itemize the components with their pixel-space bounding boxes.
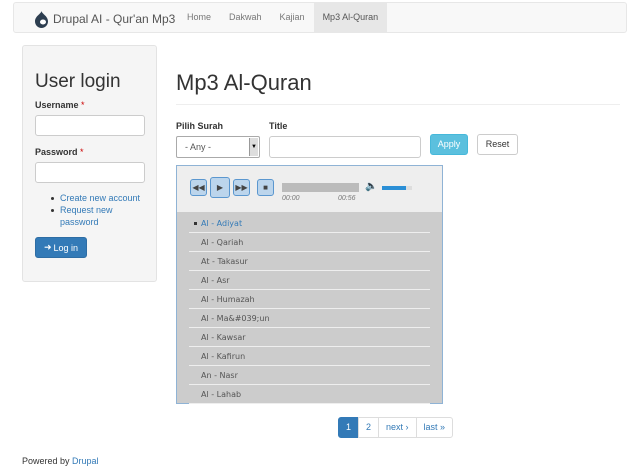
playlist-item[interactable]: Al - Humazah (189, 290, 430, 309)
login-links: Create new account Request new password (51, 192, 151, 228)
drupal-link[interactable]: Drupal (72, 456, 99, 466)
next-icon[interactable]: ▶▶ (233, 179, 250, 196)
last-page-link[interactable]: last » (415, 417, 454, 438)
page-1-link[interactable]: 1 (338, 417, 360, 438)
title-input[interactable] (269, 136, 421, 158)
playlist-item[interactable]: Al - Lahab (189, 385, 430, 404)
title-filter-label: Title (269, 121, 288, 131)
volume-icon[interactable]: 🔈 (365, 181, 377, 192)
seek-bar[interactable] (282, 183, 359, 192)
nav-kajian[interactable]: Kajian (271, 3, 314, 32)
stop-icon[interactable]: ■ (257, 179, 274, 196)
player-controls: ◀◀ ▶ ▶▶ ■ 00:00 00:56 🔈 (177, 166, 442, 213)
volume-level (382, 186, 406, 190)
reset-button[interactable]: Reset (477, 134, 518, 155)
play-icon[interactable]: ▶ (210, 177, 230, 198)
sign-in-icon: ➜ (43, 242, 52, 252)
duration-time: 00:56 (338, 195, 356, 202)
user-login-block: User login Username * Password * Create … (22, 45, 157, 282)
playlist-item[interactable]: Al - Adiyat (189, 214, 430, 233)
volume-slider[interactable] (382, 186, 412, 190)
surah-filter-label: Pilih Surah (176, 121, 224, 131)
top-navbar: Drupal AI - Qur'an Mp3 Home Dakwah Kajia… (13, 2, 627, 33)
playlist-item[interactable]: An - Nasr (189, 366, 430, 385)
playlist-item[interactable]: Al - Asr (189, 271, 430, 290)
brand-title: Drupal AI - Qur'an Mp3 (53, 12, 176, 26)
required-mark: * (80, 147, 84, 157)
login-title: User login (35, 71, 121, 92)
playlist-item[interactable]: Al - Ma&#039;un (189, 309, 430, 328)
nav-home[interactable]: Home (178, 3, 220, 32)
playlist: Al - Adiyat Al - Qariah At - Takasur Al … (189, 214, 430, 404)
audio-player: ◀◀ ▶ ▶▶ ■ 00:00 00:56 🔈 Al - Adiyat Al -… (176, 165, 443, 404)
nav-dakwah[interactable]: Dakwah (220, 3, 271, 32)
create-account-link[interactable]: Create new account (51, 192, 151, 204)
chevron-down-icon: ▼ (249, 138, 258, 156)
footer-prefix: Powered by (22, 456, 70, 466)
nav-mp3-al-quran[interactable]: Mp3 Al-Quran (313, 3, 388, 32)
brand-link[interactable]: Drupal AI - Qur'an Mp3 (34, 9, 175, 29)
username-input[interactable] (35, 115, 145, 136)
username-label: Username * (35, 100, 85, 110)
page-title: Mp3 Al-Quran (176, 70, 312, 95)
password-input[interactable] (35, 162, 145, 183)
playlist-item[interactable]: Al - Kafirun (189, 347, 430, 366)
username-label-text: Username (35, 100, 79, 110)
required-mark: * (81, 100, 85, 110)
password-label-text: Password (35, 147, 78, 157)
next-page-link[interactable]: next › (378, 417, 417, 438)
playlist-item[interactable]: Al - Qariah (189, 233, 430, 252)
apply-button[interactable]: Apply (430, 134, 468, 155)
page-2-link[interactable]: 2 (358, 417, 380, 438)
playlist-item[interactable]: At - Takasur (189, 252, 430, 271)
drupal-logo-icon (34, 10, 49, 28)
password-label: Password * (35, 147, 84, 157)
previous-icon[interactable]: ◀◀ (190, 179, 207, 196)
pagination: 1 2 next › last » (338, 417, 454, 438)
login-button[interactable]: ➜ Log in (35, 237, 87, 258)
main-nav: Home Dakwah Kajian Mp3 Al-Quran (178, 3, 388, 32)
title-divider (176, 104, 620, 105)
surah-select[interactable]: - Any - ▼ (176, 136, 260, 158)
playlist-item[interactable]: Al - Kawsar (189, 328, 430, 347)
request-password-link[interactable]: Request new password (51, 204, 151, 228)
surah-select-value: - Any - (185, 142, 212, 152)
current-time: 00:00 (282, 195, 300, 202)
footer: Powered by Drupal (22, 456, 99, 466)
login-button-label: Log in (53, 242, 79, 253)
